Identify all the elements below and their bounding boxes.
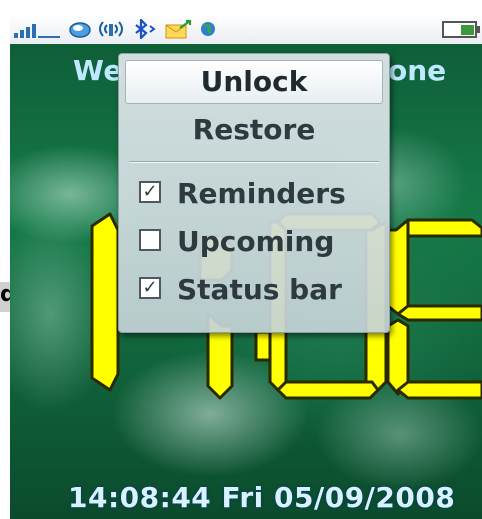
clock-segment xyxy=(396,380,482,400)
clock-segment xyxy=(386,218,410,316)
menu-item-label: Status bar xyxy=(177,273,342,306)
clock-segment xyxy=(90,212,120,392)
menu-item-label: Upcoming xyxy=(177,225,335,258)
menu-item-restore[interactable]: Restore xyxy=(125,108,383,152)
clock-segment xyxy=(396,304,482,322)
date-time-text: 14:08:44 Fri 05/09/2008 xyxy=(68,481,456,514)
menu-item-reminders[interactable]: ✓ Reminders xyxy=(125,172,383,216)
phone-screen: We one 14:08:44 Fri 05/09/2008 Unlock Re… xyxy=(10,14,482,519)
menu-item-unlock[interactable]: Unlock xyxy=(125,60,383,104)
menu-item-label: Reminders xyxy=(177,177,346,210)
menu-item-upcoming[interactable]: Upcoming xyxy=(125,220,383,264)
clock-segment xyxy=(406,218,482,238)
clock-segment xyxy=(276,380,380,400)
checkbox-checked-icon[interactable]: ✓ xyxy=(139,277,161,299)
checkbox-checked-icon[interactable]: ✓ xyxy=(139,181,161,203)
menu-divider xyxy=(129,161,379,163)
context-menu: Unlock Restore ✓ Reminders Upcoming ✓ Stat… xyxy=(118,53,390,333)
menu-item-status-bar[interactable]: ✓ Status bar xyxy=(125,268,383,312)
checkbox-unchecked-icon[interactable] xyxy=(139,229,161,251)
